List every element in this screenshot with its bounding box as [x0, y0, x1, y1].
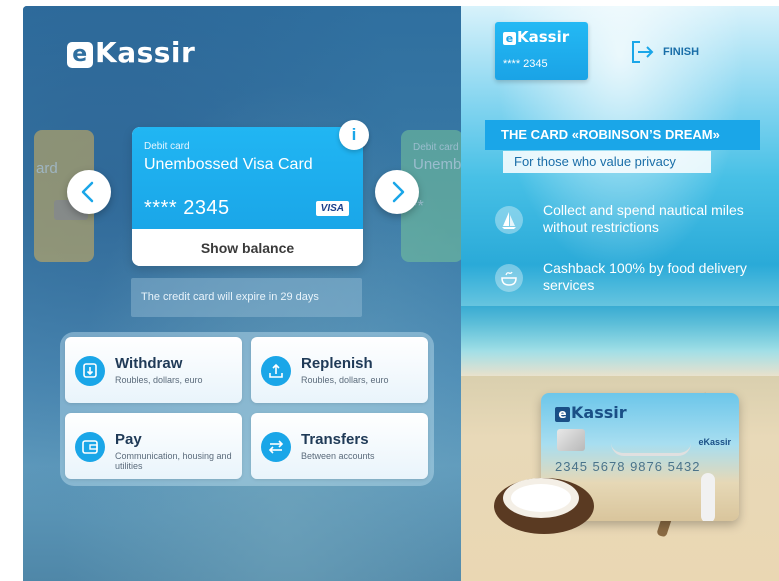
- finish-button[interactable]: FINISH: [629, 38, 699, 66]
- promo-title: THE CARD «ROBINSON’S DREAM»: [501, 127, 720, 142]
- transfer-icon: [261, 432, 291, 462]
- withdraw-subtitle: Roubles, dollars, euro: [115, 375, 203, 385]
- replenish-title: Replenish: [301, 355, 373, 372]
- surfboard-illustration: [701, 473, 715, 521]
- wallet-icon: [75, 432, 105, 462]
- food-bowl-icon: [495, 264, 523, 292]
- expiry-notice: The credit card will expire in 29 days: [131, 278, 362, 317]
- next-card-type: Debit card: [413, 142, 459, 153]
- pay-button[interactable]: Pay Communication, housing and utilities: [65, 413, 242, 479]
- transfers-subtitle: Between accounts: [301, 451, 375, 461]
- promo-panel: e Kassir **** 2345 FINISH THE CARD «ROBIN…: [461, 6, 779, 581]
- current-card-thumbnail: e Kassir **** 2345: [495, 22, 588, 80]
- promo-card-small-logo: eKassir: [698, 437, 731, 447]
- card-info-button[interactable]: i: [339, 120, 369, 150]
- chip-icon: [557, 429, 585, 451]
- feature-text: Collect and spend nautical miles without…: [543, 202, 744, 235]
- next-card-button[interactable]: [375, 170, 419, 214]
- promo-title-band: THE CARD «ROBINSON’S DREAM»: [485, 120, 760, 150]
- replenish-button[interactable]: Replenish Roubles, dollars, euro: [251, 337, 428, 403]
- visa-logo-icon: VISA: [315, 201, 349, 216]
- withdraw-icon: [75, 356, 105, 386]
- mini-card-logo: e Kassir: [503, 28, 569, 46]
- replenish-icon: [261, 356, 291, 386]
- selected-card[interactable]: Debit card Unembossed Visa Card **** 234…: [132, 127, 363, 266]
- chevron-left-icon: [81, 181, 94, 203]
- promo-subtitle-band: For those who value privacy: [503, 151, 711, 173]
- replenish-subtitle: Roubles, dollars, euro: [301, 375, 389, 385]
- promo-card-logo: e Kassir: [555, 403, 627, 422]
- previous-card-button[interactable]: [67, 170, 111, 214]
- chevron-right-icon: [392, 181, 405, 203]
- feature-text: Cashback 100% by food delivery services: [543, 260, 747, 293]
- next-card-name: Unemb: [413, 156, 461, 173]
- card-name: Unembossed Visa Card: [144, 156, 313, 173]
- card-type: Debit card: [144, 141, 190, 152]
- mini-card-number: **** 2345: [503, 58, 548, 70]
- hammock-illustration: [611, 443, 691, 456]
- show-balance-button[interactable]: Show balance: [132, 229, 363, 266]
- coconut-illustration: [494, 478, 594, 534]
- previous-card-label: ard: [36, 160, 58, 177]
- sea-strip: [461, 306, 779, 376]
- brand-logo: e Kassir: [67, 36, 195, 69]
- pay-title: Pay: [115, 431, 142, 448]
- kiosk-screen: e Kassir ard Debit card Unemb *** Debit c…: [23, 6, 779, 581]
- card-number: **** 2345: [144, 197, 230, 219]
- transfers-button[interactable]: Transfers Between accounts: [251, 413, 428, 479]
- sailboat-icon: [495, 206, 523, 234]
- actions-panel: Withdraw Roubles, dollars, euro Replenis…: [60, 332, 434, 486]
- logout-icon: [632, 41, 654, 63]
- withdraw-title: Withdraw: [115, 355, 183, 372]
- left-panel: e Kassir ard Debit card Unemb *** Debit c…: [23, 6, 461, 581]
- transfers-title: Transfers: [301, 431, 369, 448]
- withdraw-button[interactable]: Withdraw Roubles, dollars, euro: [65, 337, 242, 403]
- promo-subtitle: For those who value privacy: [514, 154, 676, 169]
- finish-label: FINISH: [663, 46, 700, 58]
- pay-subtitle: Communication, housing and utilities: [115, 451, 232, 471]
